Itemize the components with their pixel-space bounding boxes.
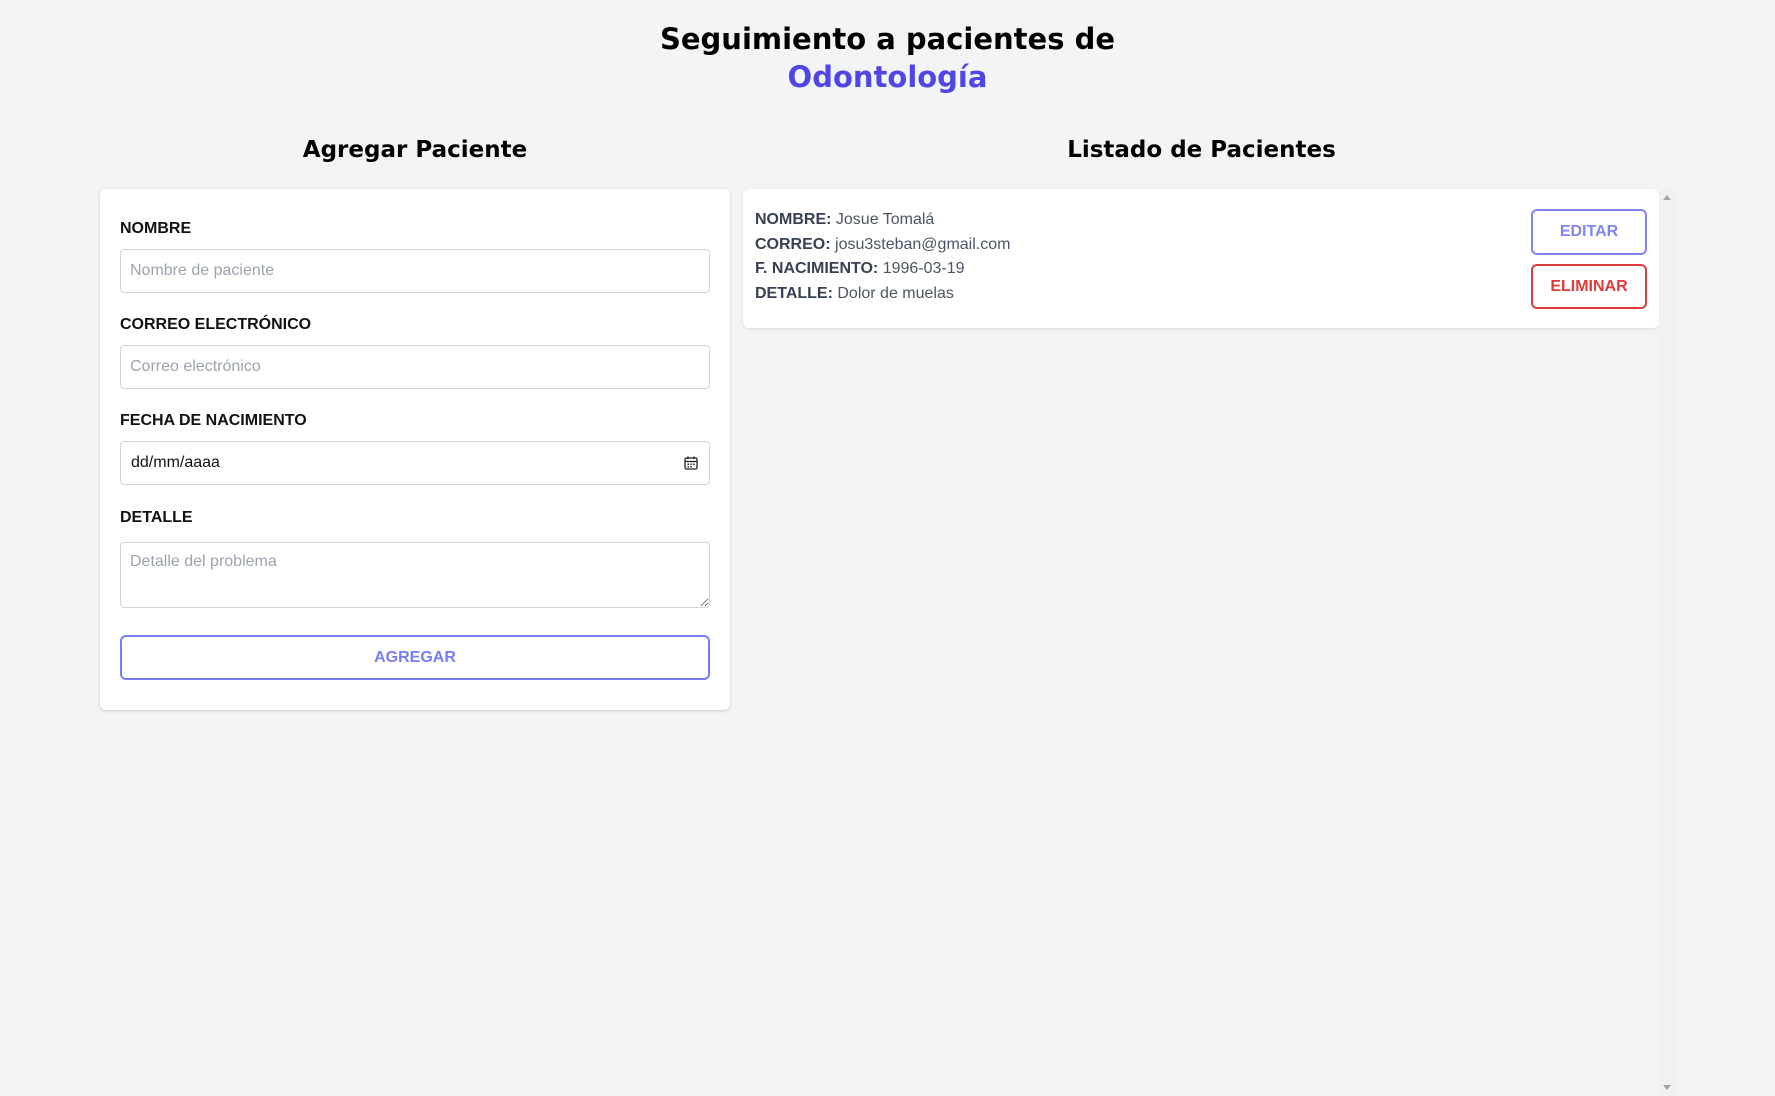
list-heading: Listado de Pacientes (1067, 137, 1336, 163)
detail-textarea[interactable] (120, 542, 710, 608)
birth-date-input[interactable]: dd/mm/aaaa (120, 441, 710, 485)
email-input[interactable] (120, 345, 710, 389)
patient-email-line: CORREO: josu3steban@gmail.com (755, 236, 1010, 254)
add-patient-form: NOMBRE CORREO ELECTRÓNICO FECHA DE NACIM… (100, 189, 730, 710)
add-button[interactable]: AGREGAR (120, 635, 710, 680)
patient-list: NOMBRE: Josue Tomalá CORREO: josu3steban… (743, 189, 1675, 1096)
patient-email: josu3steban@gmail.com (835, 236, 1011, 253)
form-heading: Agregar Paciente (302, 137, 528, 163)
patient-birth-line: F. NACIMIENTO: 1996-03-19 (755, 260, 965, 278)
patient-name-key: NOMBRE: (755, 211, 832, 228)
name-label: NOMBRE (120, 220, 192, 237)
patient-birth-key: F. NACIMIENTO: (755, 260, 879, 277)
scroll-down-arrow-icon[interactable] (1663, 1085, 1671, 1090)
patient-email-key: CORREO: (755, 236, 831, 253)
delete-button[interactable]: ELIMINAR (1531, 264, 1647, 309)
patient-name-line: NOMBRE: Josue Tomalá (755, 211, 934, 229)
edit-button[interactable]: EDITAR (1531, 209, 1647, 255)
page-title-accent: Odontología (787, 60, 988, 94)
email-label: CORREO ELECTRÓNICO (120, 316, 312, 333)
birth-date-label: FECHA DE NACIMIENTO (120, 412, 307, 429)
page: Seguimiento a pacientes de Odontología A… (0, 0, 1775, 1096)
calendar-icon[interactable] (683, 455, 699, 471)
page-title: Seguimiento a pacientes de Odontología (0, 20, 1775, 96)
patient-detail-line: DETALLE: Dolor de muelas (755, 285, 954, 303)
patient-name: Josue Tomalá (835, 211, 935, 228)
detail-label: DETALLE (120, 509, 193, 526)
scroll-up-arrow-icon[interactable] (1663, 195, 1671, 200)
page-title-line1: Seguimiento a pacientes de (659, 22, 1115, 56)
name-input[interactable] (120, 249, 710, 293)
patient-detail: Dolor de muelas (837, 285, 954, 302)
patient-card: NOMBRE: Josue Tomalá CORREO: josu3steban… (743, 189, 1659, 328)
list-scrollbar[interactable] (1659, 189, 1675, 1096)
patient-birth: 1996-03-19 (882, 260, 965, 277)
patient-detail-key: DETALLE: (755, 285, 833, 302)
birth-date-placeholder: dd/mm/aaaa (131, 454, 220, 471)
